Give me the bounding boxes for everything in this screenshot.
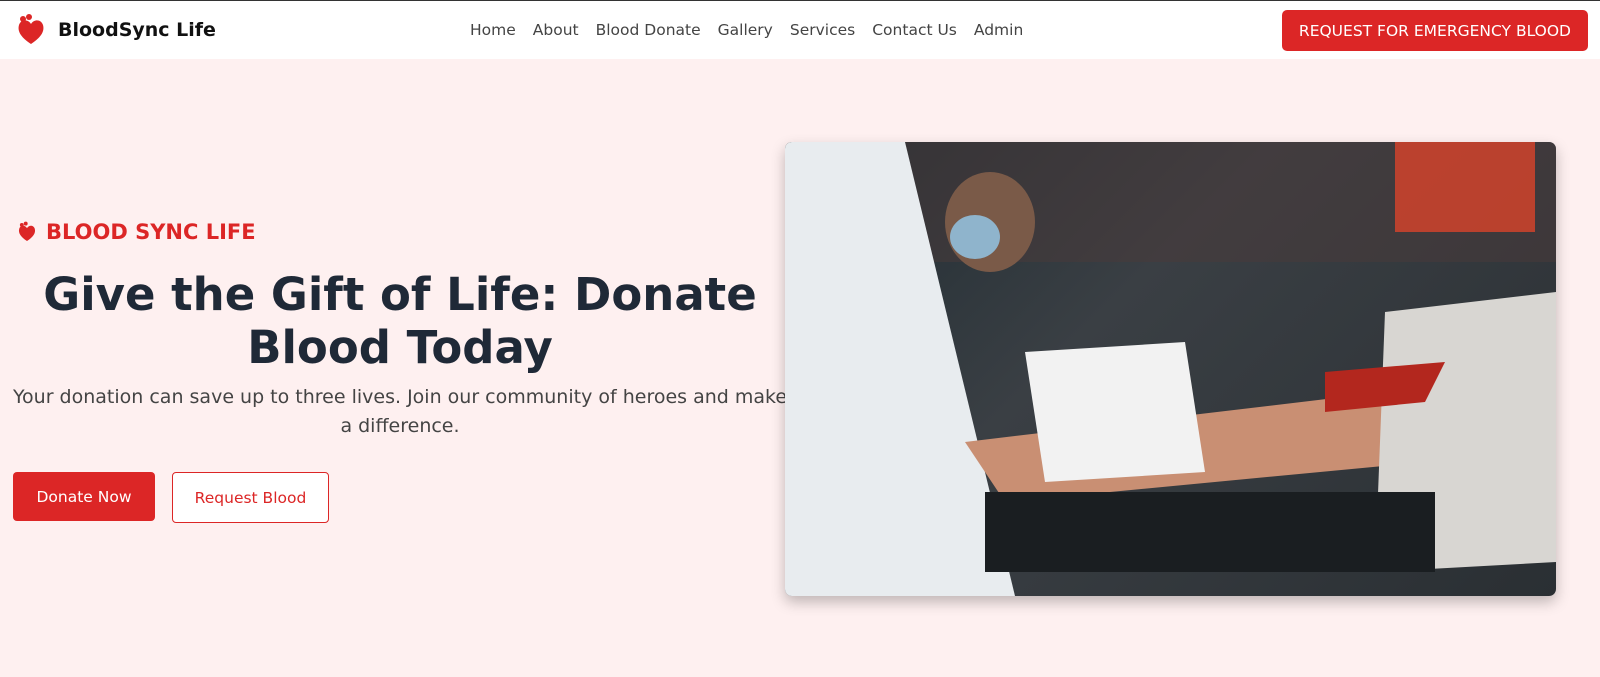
nav-services[interactable]: Services bbox=[790, 21, 855, 39]
nav-admin[interactable]: Admin bbox=[974, 21, 1023, 39]
hero-subtitle: Your donation can save up to three lives… bbox=[12, 386, 788, 437]
emergency-blood-button[interactable]: REQUEST FOR EMERGENCY BLOOD bbox=[1281, 10, 1588, 51]
hero-tag-text: BLOOD SYNC LIFE bbox=[46, 220, 256, 244]
request-blood-button[interactable]: Request Blood bbox=[172, 472, 329, 523]
brand-logo[interactable]: BloodSync Life bbox=[14, 13, 216, 47]
hero-image bbox=[785, 142, 1556, 596]
nav-home[interactable]: Home bbox=[470, 21, 516, 39]
nav-blood-donate[interactable]: Blood Donate bbox=[596, 21, 701, 39]
hero-tag: BLOOD SYNC LIFE bbox=[16, 220, 256, 244]
nav-about[interactable]: About bbox=[533, 21, 579, 39]
hero-title: Give the Gift of Life: Donate Blood Toda… bbox=[43, 268, 757, 374]
brand-name: BloodSync Life bbox=[58, 19, 216, 41]
heart-icon bbox=[18, 221, 36, 242]
nav-gallery[interactable]: Gallery bbox=[718, 21, 773, 39]
navbar: BloodSync Life Home About Blood Donate G… bbox=[0, 1, 1600, 59]
heart-icon bbox=[18, 14, 44, 44]
donate-now-button[interactable]: Donate Now bbox=[13, 472, 155, 521]
nav-contact[interactable]: Contact Us bbox=[872, 21, 957, 39]
nav-links: Home About Blood Donate Gallery Services… bbox=[470, 1, 1023, 59]
